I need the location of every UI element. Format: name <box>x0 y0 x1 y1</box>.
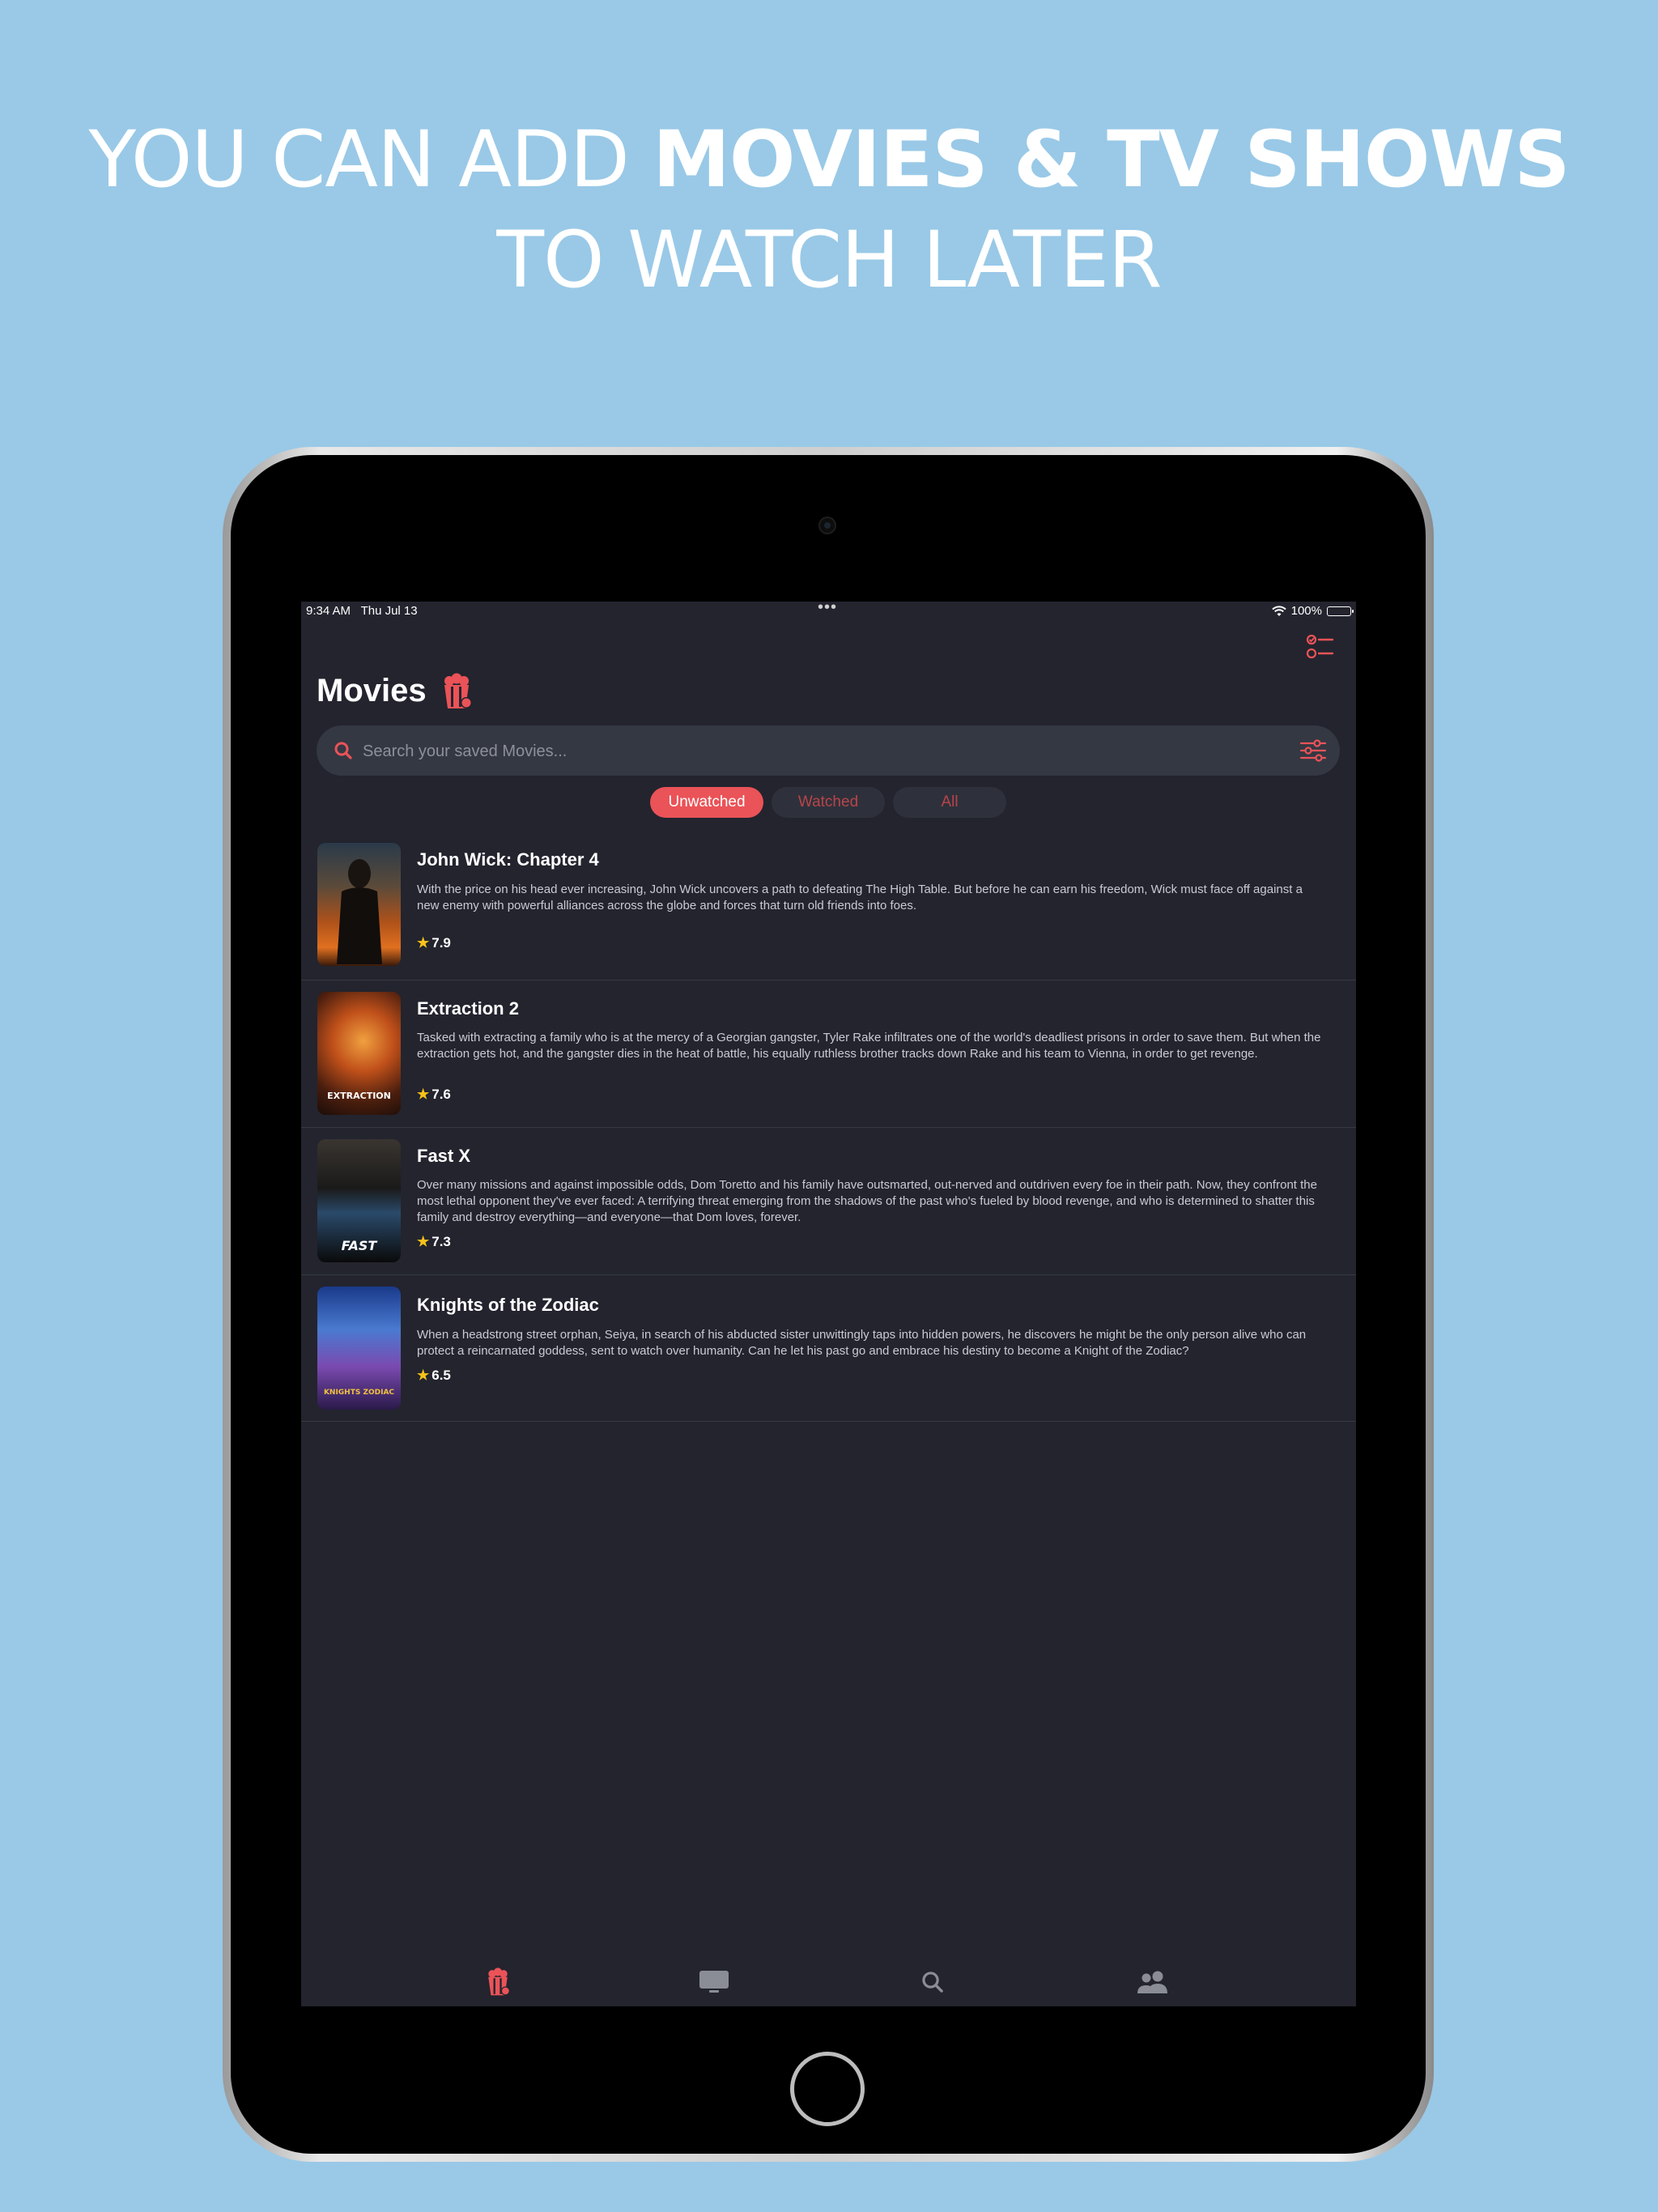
battery-icon <box>1327 606 1354 616</box>
star-icon: ★ <box>417 935 430 951</box>
tv-icon <box>699 1971 729 1993</box>
popcorn-icon <box>444 673 472 708</box>
app-screen: 9:34 AM Thu Jul 13 ••• 100% Movies Searc… <box>301 602 1356 2006</box>
list-item[interactable]: KNIGHTS ZODIAC Knights of the Zodiac Whe… <box>301 1275 1356 1422</box>
headline-line-2: TO WATCH LATER <box>496 215 1162 305</box>
status-time-text: 9:34 AM <box>306 604 351 618</box>
movie-overview: When a headstrong street orphan, Seiya, … <box>417 1328 1307 1358</box>
poster-image: KNIGHTS ZODIAC <box>317 1287 401 1410</box>
poster-title: EXTRACTION <box>327 1091 391 1101</box>
tab-bar <box>301 1962 1356 2006</box>
status-date: Thu Jul 13 <box>360 604 418 618</box>
movie-title: Knights of the Zodiac <box>417 1295 599 1315</box>
list-item[interactable]: FAST Fast X Over many missions and again… <box>301 1128 1356 1275</box>
multitasking-dots-icon[interactable]: ••• <box>818 602 837 617</box>
poster-figure <box>337 859 382 964</box>
tab-movies[interactable] <box>474 1962 522 2002</box>
search-icon <box>334 742 352 759</box>
poster-image: EXTRACTION <box>317 992 401 1115</box>
movie-rating: ★ 7.3 <box>417 1234 451 1250</box>
movie-title: John Wick: Chapter 4 <box>417 849 599 870</box>
popcorn-icon <box>488 1967 510 1996</box>
tab-friends[interactable] <box>1129 1962 1177 2002</box>
checklist-icon[interactable] <box>1305 632 1336 661</box>
movie-overview: With the price on his head ever increasi… <box>417 883 1303 912</box>
camera-icon <box>818 517 836 534</box>
list-item[interactable]: John Wick: Chapter 4 With the price on h… <box>301 838 1356 981</box>
star-icon: ★ <box>417 1234 430 1249</box>
search-input[interactable] <box>361 738 1255 764</box>
headline: YOU CAN ADD MOVIES & TV SHOWS TO WATCH L… <box>0 109 1658 310</box>
tab-tv-shows[interactable] <box>690 1962 738 2002</box>
battery-percent: 100% <box>1290 604 1322 618</box>
rating-value: 7.9 <box>432 935 451 951</box>
page-title: Movies <box>317 673 427 708</box>
search-bar[interactable] <box>317 725 1340 776</box>
poster-image <box>317 843 401 966</box>
poster-title: KNIGHTS ZODIAC <box>323 1389 395 1397</box>
movie-rating: ★ 7.6 <box>417 1087 451 1103</box>
poster-image: FAST <box>317 1139 401 1262</box>
status-bar: 9:34 AM Thu Jul 13 ••• 100% <box>301 602 1356 619</box>
movie-rating: ★ 6.5 <box>417 1368 451 1384</box>
segment-unwatched[interactable]: Unwatched <box>650 787 763 818</box>
poster-title: FAST <box>341 1238 377 1253</box>
star-icon: ★ <box>417 1368 430 1383</box>
headline-bold-text: MOVIES & TV SHOWS <box>653 114 1570 205</box>
sliders-icon[interactable] <box>1299 738 1327 764</box>
movie-rating: ★ 7.9 <box>417 935 451 951</box>
movie-list: John Wick: Chapter 4 With the price on h… <box>301 838 1356 1422</box>
tab-search[interactable] <box>908 1962 957 2002</box>
people-icon <box>1137 1971 1167 1993</box>
search-icon <box>922 1972 943 1993</box>
wifi-icon <box>1271 605 1286 616</box>
segment-watched[interactable]: Watched <box>772 787 885 818</box>
headline-regular-text: YOU CAN ADD <box>88 114 653 205</box>
movie-title: Extraction 2 <box>417 998 519 1019</box>
rating-value: 7.3 <box>432 1234 451 1249</box>
segment-all[interactable]: All <box>893 787 1006 818</box>
list-item[interactable]: EXTRACTION Extraction 2 Tasked with extr… <box>301 981 1356 1128</box>
movie-overview: Tasked with extracting a family who is a… <box>417 1031 1321 1061</box>
rating-value: 7.6 <box>432 1087 451 1102</box>
star-icon: ★ <box>417 1087 430 1102</box>
headline-line-1: YOU CAN ADD MOVIES & TV SHOWS <box>0 109 1658 210</box>
status-right: 100% <box>1271 604 1354 618</box>
watch-status-segments: Unwatched Watched All <box>650 787 1006 818</box>
status-time: 9:34 AM Thu Jul 13 <box>306 604 418 618</box>
movie-overview: Over many missions and against impossibl… <box>417 1178 1317 1224</box>
home-button[interactable] <box>790 2052 865 2126</box>
movie-title: Fast X <box>417 1146 471 1166</box>
rating-value: 6.5 <box>432 1368 451 1383</box>
